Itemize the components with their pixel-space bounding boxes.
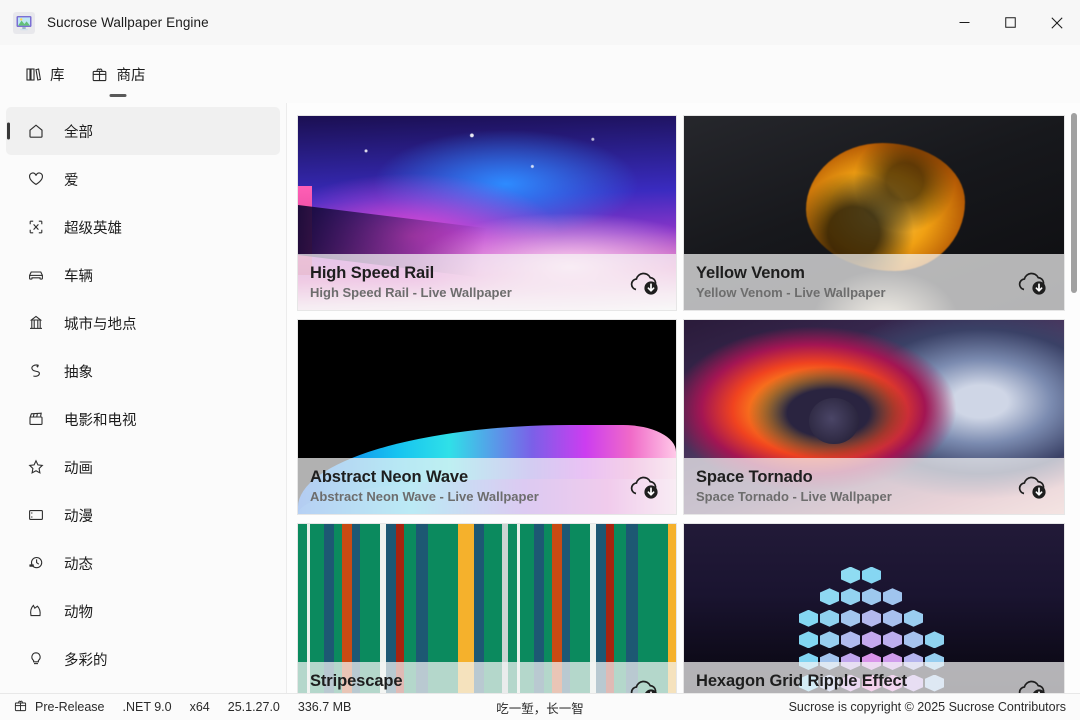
sidebar-label: 超级英雄 [64,220,122,237]
sidebar-item-anime[interactable]: 动漫 [6,491,280,539]
sidebar-label: 车辆 [64,268,93,285]
star-icon [26,457,46,477]
wallpaper-card[interactable]: Hexagon Grid Ripple Effect Hexagon Grid … [683,523,1065,693]
bulb-icon [26,649,46,669]
sidebar-label: 爱 [64,172,79,189]
minimize-button[interactable] [941,0,987,45]
sidebar-item-love[interactable]: 爱 [6,155,280,203]
wallpaper-card[interactable]: Abstract Neon Wave Abstract Neon Wave - … [297,319,677,515]
animal-icon [26,601,46,621]
close-button[interactable] [1033,0,1080,45]
nav-tab-store[interactable]: 商店 [81,54,156,94]
wallpaper-info-overlay: Space Tornado Space Tornado - Live Wallp… [684,458,1064,514]
window-title: Sucrose Wallpaper Engine [47,15,209,30]
cloud-download-icon[interactable] [624,262,664,302]
clapperboard-icon [26,409,46,429]
abstract-icon [26,361,46,381]
wallpaper-title: High Speed Rail [310,263,435,282]
nav-tab-library-label: 库 [50,67,65,84]
wallpaper-card[interactable]: Stripescape Stripescape - Live Wallpaper [297,523,677,693]
superhero-icon [26,217,46,237]
sidebar-item-movies-tv[interactable]: 电影和电视 [6,395,280,443]
wallpaper-title: Yellow Venom [696,263,805,282]
status-release: Pre-Release [14,699,104,715]
sidebar-label: 全部 [64,124,93,141]
home-icon [26,121,46,141]
wallpaper-title: Stripescape [310,671,403,690]
wallpaper-info-overlay: Abstract Neon Wave Abstract Neon Wave - … [298,458,676,514]
wallpaper-card[interactable]: High Speed Rail High Speed Rail - Live W… [297,115,677,311]
sidebar-label: 城市与地点 [64,316,137,333]
sidebar-label: 动漫 [64,508,93,525]
wallpaper-subtitle: Yellow Venom - Live Wallpaper [696,284,886,300]
sidebar-label: 动态 [64,556,93,573]
sidebar-label: 动画 [64,460,93,477]
sidebar-item-colorful[interactable]: 多彩的 [6,635,280,683]
film-frame-icon [26,505,46,525]
sidebar-item-all[interactable]: 全部 [6,107,280,155]
cloud-download-icon[interactable] [624,466,664,506]
wallpaper-info-overlay: Hexagon Grid Ripple Effect Hexagon Grid … [684,662,1064,693]
wallpaper-title: Hexagon Grid Ripple Effect [696,671,908,690]
sidebar-item-cities-places[interactable]: 城市与地点 [6,299,280,347]
city-icon [26,313,46,333]
sidebar-item-abstract[interactable]: 抽象 [6,347,280,395]
sidebar-label: 动物 [64,604,93,621]
status-bar: Pre-Release .NET 9.0 x64 25.1.27.0 336.7… [0,693,1080,720]
status-version: 25.1.27.0 [227,700,280,714]
sidebar-item-animation[interactable]: 动画 [6,443,280,491]
sidebar: 全部 爱 超级英雄 车辆 城市与地点 抽象 电影和电视 动画 动漫 动态 动物 … [0,103,286,693]
command-bar: 库 商店 [0,45,1080,144]
nav-tab-library[interactable]: 库 [14,54,75,94]
sidebar-item-dynamic[interactable]: 动态 [6,539,280,587]
maximize-button[interactable] [987,0,1033,45]
wallpaper-info-overlay: High Speed Rail High Speed Rail - Live W… [298,254,676,310]
main-body: 全部 爱 超级英雄 车辆 城市与地点 抽象 电影和电视 动画 动漫 动态 动物 … [0,103,1080,693]
status-left-group: Pre-Release .NET 9.0 x64 25.1.27.0 336.7… [0,699,351,715]
wallpaper-title: Space Tornado [696,467,813,486]
status-memory: 336.7 MB [297,700,352,714]
window-controls [941,0,1080,45]
cloud-download-icon[interactable] [1012,466,1052,506]
library-icon [24,65,42,83]
sidebar-label: 电影和电视 [64,412,137,429]
nav-tabs: 库 商店 [0,54,156,94]
sidebar-item-superhero[interactable]: 超级英雄 [6,203,280,251]
motion-icon [26,553,46,573]
sidebar-label: 多彩的 [64,652,108,669]
title-bar: Sucrose Wallpaper Engine [0,0,1080,45]
status-arch: x64 [189,700,210,714]
cloud-download-icon[interactable] [1012,670,1052,693]
status-tip: 吃一堑，长一智 [496,701,584,716]
status-copyright: Sucrose is copyright © 2025 Sucrose Cont… [788,700,1066,714]
wallpaper-grid-area: High Speed Rail High Speed Rail - Live W… [286,103,1080,693]
app-icon [13,11,35,34]
app-window: Sucrose Wallpaper Engine 库 商店 搜索壁纸 全部 爱 … [0,0,1080,720]
sidebar-item-animals[interactable]: 动物 [6,587,280,635]
wallpaper-subtitle: High Speed Rail - Live Wallpaper [310,284,512,300]
wallpaper-grid: High Speed Rail High Speed Rail - Live W… [297,115,1065,693]
wallpaper-info-overlay: Yellow Venom Yellow Venom - Live Wallpap… [684,254,1064,310]
status-release-label: Pre-Release [35,700,105,714]
wallpaper-info-overlay: Stripescape Stripescape - Live Wallpaper [298,662,676,693]
vertical-scrollbar-thumb[interactable] [1071,113,1077,293]
wallpaper-title: Abstract Neon Wave [310,467,469,486]
cloud-download-icon[interactable] [624,670,664,693]
vehicle-icon [26,265,46,285]
wallpaper-subtitle: Space Tornado - Live Wallpaper [696,488,892,504]
sidebar-label: 抽象 [64,364,93,381]
package-icon [14,699,27,715]
wallpaper-card[interactable]: Yellow Venom Yellow Venom - Live Wallpap… [683,115,1065,311]
cloud-download-icon[interactable] [1012,262,1052,302]
nav-tab-store-label: 商店 [116,67,146,84]
sidebar-item-vehicles[interactable]: 车辆 [6,251,280,299]
heart-icon [26,169,46,189]
wallpaper-card[interactable]: Space Tornado Space Tornado - Live Wallp… [683,319,1065,515]
store-icon [91,65,109,83]
status-runtime: .NET 9.0 [122,700,172,714]
wallpaper-subtitle: Abstract Neon Wave - Live Wallpaper [310,488,539,504]
